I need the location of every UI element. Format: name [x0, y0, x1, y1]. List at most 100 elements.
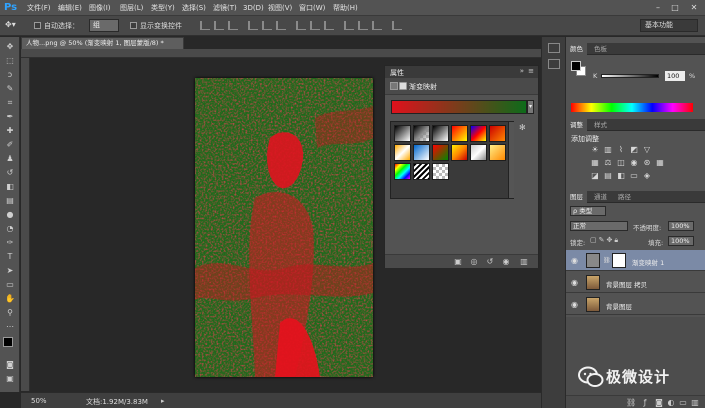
curves-icon[interactable]: ⌇ — [616, 145, 626, 154]
marquee-tool-icon[interactable]: ⬚ — [3, 55, 17, 67]
distribute-vcenter-icon[interactable] — [310, 21, 320, 30]
workspace-dropdown[interactable]: 基本功能 — [640, 19, 698, 32]
invert-icon[interactable]: ◪ — [590, 171, 600, 180]
distribute-right-icon[interactable] — [372, 21, 382, 30]
maximize-icon[interactable]: □ — [669, 2, 681, 14]
clip-to-layer-icon[interactable]: ▣ — [453, 257, 463, 267]
dodge-tool-icon[interactable]: ◔ — [3, 223, 17, 235]
layer-row-background[interactable]: ◉ 背景图层 — [566, 294, 705, 315]
hue-saturation-icon[interactable]: ▦ — [590, 158, 600, 167]
crop-tool-icon[interactable]: ⌗ — [3, 97, 17, 109]
menu-layer[interactable]: 图层(L) — [120, 2, 143, 14]
foreground-color-chip[interactable] — [571, 61, 581, 71]
healing-brush-icon[interactable]: ✚ — [3, 125, 17, 137]
trash-icon[interactable]: ▥ — [690, 398, 700, 408]
auto-select-dropdown[interactable]: 组 — [89, 19, 119, 32]
gradient-swatch[interactable] — [489, 125, 506, 142]
gradient-swatch[interactable] — [413, 144, 430, 161]
k-value-field[interactable]: 100 — [665, 71, 685, 81]
chain-icon[interactable]: ⛓ — [603, 257, 611, 264]
photo-filter-icon[interactable]: ◉ — [629, 158, 639, 167]
color-spectrum[interactable] — [571, 103, 693, 112]
menu-file[interactable]: 文件(F) — [27, 2, 51, 14]
gradient-tool-icon[interactable]: ▤ — [3, 195, 17, 207]
panel-menu-icon[interactable]: ≡ — [528, 67, 534, 75]
layer-row-gradient-map[interactable]: ◉ ⛓ 渐变映射 1 — [566, 250, 705, 271]
black-white-icon[interactable]: ◫ — [616, 158, 626, 167]
gradient-swatch[interactable] — [394, 125, 411, 142]
gear-icon[interactable]: ✻ — [519, 123, 526, 132]
gradient-dropdown-arrow[interactable]: ▾ — [527, 100, 534, 114]
gradient-swatch[interactable] — [489, 144, 506, 161]
align-hcenter-icon[interactable] — [262, 21, 272, 30]
opacity-field[interactable]: 100% — [668, 221, 694, 231]
status-arrow-icon[interactable]: ▸ — [161, 397, 165, 405]
quick-select-tool-icon[interactable]: ✎ — [3, 83, 17, 95]
minimize-icon[interactable]: – — [652, 2, 664, 14]
menu-type[interactable]: 类型(Y) — [151, 2, 175, 14]
levels-icon[interactable]: ▥ — [603, 145, 613, 154]
fx-icon[interactable]: ƒ — [640, 398, 650, 408]
type-tool-icon[interactable]: T — [3, 251, 17, 263]
posterize-icon[interactable]: ▤ — [603, 171, 613, 180]
zoom-tool-icon[interactable]: ⚲ — [3, 307, 17, 319]
gradient-swatch[interactable] — [394, 144, 411, 161]
trash-icon[interactable]: ▥ — [519, 257, 529, 267]
close-icon[interactable]: ✕ — [688, 2, 700, 14]
mask-thumbnail[interactable] — [612, 253, 626, 268]
history-panel-icon[interactable] — [548, 43, 560, 53]
gradient-preview-bar[interactable] — [391, 100, 527, 114]
gradient-swatch[interactable] — [394, 163, 411, 180]
align-top-icon[interactable] — [200, 21, 210, 30]
color-lookup-icon[interactable]: ▦ — [655, 158, 665, 167]
visibility-icon[interactable]: ◉ — [501, 257, 511, 267]
zoom-level[interactable]: 50% — [31, 397, 47, 405]
k-slider[interactable] — [601, 74, 659, 78]
show-transform-checkbox[interactable] — [130, 22, 137, 29]
menu-view[interactable]: 视图(V) — [268, 2, 292, 14]
picker-scrollbar[interactable] — [508, 122, 514, 198]
lasso-tool-icon[interactable]: ↄ — [3, 69, 17, 81]
distribute-top-icon[interactable] — [296, 21, 306, 30]
selective-color-icon[interactable]: ◈ — [642, 171, 652, 180]
tab-paths[interactable]: 路径 — [614, 191, 635, 203]
gradient-swatch[interactable] — [470, 125, 487, 142]
color-balance-icon[interactable]: ⚖ — [603, 158, 613, 167]
menu-image[interactable]: 图像(I) — [89, 2, 111, 14]
distribute-left-icon[interactable] — [344, 21, 354, 30]
menu-help[interactable]: 帮助(H) — [333, 2, 358, 14]
gradient-swatch[interactable] — [432, 163, 449, 180]
layer-row-background-copy[interactable]: ◉ 背景图层 拷贝 — [566, 272, 705, 293]
align-left-icon[interactable] — [248, 21, 258, 30]
clone-stamp-icon[interactable]: ♟ — [3, 153, 17, 165]
document-tab[interactable]: 人物...png @ 50% (渐变映射 1, 图层蒙版/8) * — [21, 37, 184, 49]
shape-tool-icon[interactable]: ▭ — [3, 279, 17, 291]
eye-icon[interactable]: ◉ — [571, 300, 578, 309]
tab-styles[interactable]: 样式 — [590, 119, 611, 131]
link-icon[interactable]: ⛓ — [626, 398, 636, 408]
previous-state-icon[interactable]: ◎ — [469, 257, 479, 267]
screen-mode-icon[interactable]: ▣ — [3, 373, 17, 385]
foreground-color-swatch[interactable] — [3, 337, 13, 347]
gradient-swatch[interactable] — [413, 163, 430, 180]
add-mask-icon[interactable]: ◙ — [654, 398, 664, 408]
eye-icon[interactable]: ◉ — [571, 278, 578, 287]
menu-select[interactable]: 选择(S) — [182, 2, 206, 14]
blur-tool-icon[interactable]: ● — [3, 209, 17, 221]
eyedropper-tool-icon[interactable]: ✒ — [3, 111, 17, 123]
path-select-icon[interactable]: ➤ — [3, 265, 17, 277]
document-size-info[interactable]: 文档:1.92M/3.83M — [86, 397, 148, 407]
channel-mixer-icon[interactable]: ⊛ — [642, 158, 652, 167]
brightness-icon[interactable]: ☀ — [590, 145, 600, 154]
menu-3d[interactable]: 3D(D) — [243, 2, 264, 14]
gradient-swatch[interactable] — [413, 125, 430, 142]
new-group-icon[interactable]: ▭ — [678, 398, 688, 408]
tab-adjustments[interactable]: 调整 — [566, 119, 587, 131]
auto-align-icon[interactable] — [392, 21, 402, 30]
tab-swatches[interactable]: 色板 — [590, 43, 611, 55]
exposure-icon[interactable]: ◩ — [629, 145, 639, 154]
gradient-swatch[interactable] — [451, 125, 468, 142]
threshold-icon[interactable]: ◧ — [616, 171, 626, 180]
reset-icon[interactable]: ↺ — [485, 257, 495, 267]
info-panel-icon[interactable] — [548, 59, 560, 69]
